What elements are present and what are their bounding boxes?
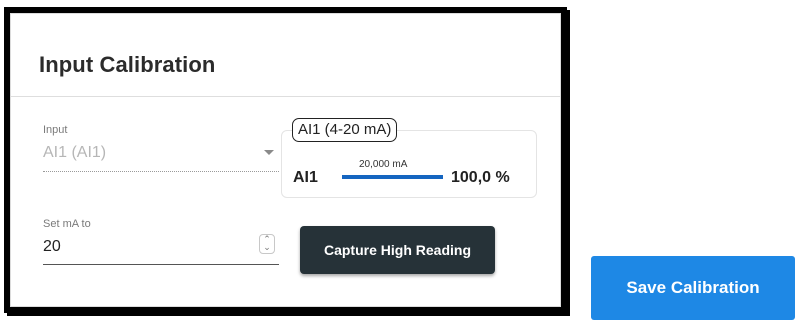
ai-ma-value: 20,000 mA (359, 159, 408, 170)
capture-high-reading-button[interactable]: Capture High Reading (300, 226, 495, 274)
ai-type-chip: AI1 (4-20 mA) (292, 118, 398, 142)
set-ma-input[interactable]: 20 (43, 238, 61, 256)
chevron-down-icon[interactable] (264, 150, 274, 155)
input-select-underline (43, 171, 279, 172)
set-ma-underline (43, 264, 279, 265)
panel-body: Input Calibration Input AI1 (AI1) AI1 (4… (10, 13, 561, 307)
input-select-label: Input (43, 124, 68, 136)
quantity-stepper[interactable]: ⌃ ⌄ (259, 234, 275, 254)
stepper-down-icon[interactable]: ⌄ (260, 243, 274, 252)
ai-name: AI1 (293, 169, 318, 186)
save-calibration-button[interactable]: Save Calibration (591, 256, 795, 320)
panel-title: Input Calibration (39, 52, 216, 77)
title-divider (11, 96, 560, 97)
ai-percent: 100,0 % (451, 169, 510, 186)
input-select[interactable]: AI1 (AI1) (43, 144, 106, 162)
calibration-panel: Input Calibration Input AI1 (AI1) AI1 (4… (4, 7, 567, 313)
set-ma-label: Set mA to (43, 218, 91, 230)
ai-level-bar (342, 175, 443, 179)
